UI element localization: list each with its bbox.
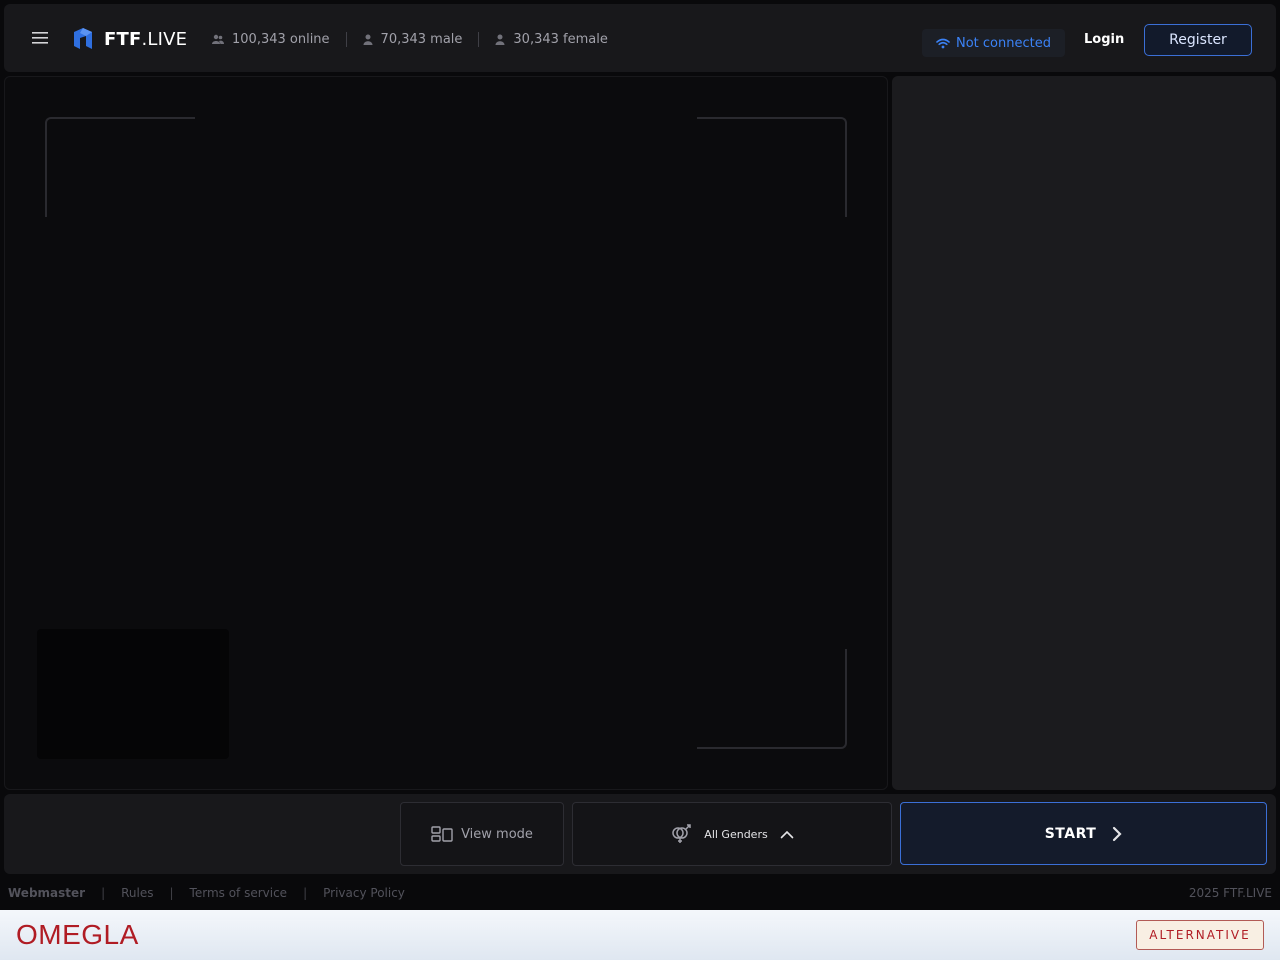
footer-copyright: 2025 FTF.LIVE <box>1188 886 1272 900</box>
chevron-right-icon <box>1113 826 1122 841</box>
stat-female-label: 30,343 female <box>513 31 608 47</box>
stat-online-label: 100,343 online <box>232 31 330 47</box>
hamburger-menu-icon[interactable] <box>28 26 52 50</box>
wifi-icon <box>936 38 950 48</box>
control-bar: View mode All Genders START <box>4 794 1276 874</box>
logo[interactable]: FTF.LIVE <box>72 26 187 52</box>
stat-female: 30,343 female <box>478 31 623 47</box>
chevron-up-icon <box>780 830 794 838</box>
self-video-preview <box>37 629 229 759</box>
user-icon <box>363 34 373 45</box>
user-icon <box>495 34 505 45</box>
start-label: START <box>1044 825 1097 842</box>
gender-filter-label: All Genders <box>704 827 768 841</box>
footer-terms-link[interactable]: Terms of service <box>190 886 288 900</box>
start-button[interactable]: START <box>900 802 1267 865</box>
alternative-button[interactable]: ALTERNATIVE <box>1136 920 1264 950</box>
top-header: FTF.LIVE 100,343 online 70,343 male 30,3… <box>4 4 1276 72</box>
stat-online: 100,343 online <box>212 32 346 47</box>
online-stats: 100,343 online 70,343 male 30,343 female <box>212 28 624 50</box>
footer-privacy-link[interactable]: Privacy Policy <box>323 886 405 900</box>
footer: Webmaster | Rules | Terms of service | P… <box>0 876 1280 910</box>
login-link[interactable]: Login <box>1084 32 1124 47</box>
connection-status-label: Not connected <box>956 35 1051 51</box>
frame-corner-bottom-right <box>697 649 847 749</box>
gender-filter-dropdown[interactable]: All Genders <box>572 802 892 866</box>
view-mode-icon <box>431 826 453 842</box>
remote-video-area <box>4 76 888 790</box>
logo-text: FTF.LIVE <box>104 28 188 50</box>
omegla-banner: OMEGLA ALTERNATIVE <box>0 910 1280 960</box>
users-icon <box>212 34 224 44</box>
frame-corner-top-right <box>697 117 847 217</box>
frame-corner-top-left <box>45 117 195 217</box>
view-mode-button[interactable]: View mode <box>400 802 564 866</box>
footer-webmaster-link[interactable]: Webmaster <box>8 886 85 900</box>
footer-separator: | <box>169 886 174 900</box>
stat-male-label: 70,343 male <box>380 31 463 47</box>
ftf-logo-icon <box>74 28 92 49</box>
footer-rules-link[interactable]: Rules <box>121 886 153 900</box>
footer-separator: | <box>101 886 106 900</box>
chat-panel <box>892 76 1276 790</box>
register-button[interactable]: Register <box>1144 24 1252 56</box>
connection-status: Not connected <box>922 29 1065 57</box>
stat-male: 70,343 male <box>345 31 479 47</box>
footer-separator: | <box>303 886 308 900</box>
omegla-brand-link[interactable]: OMEGLA <box>16 919 139 951</box>
gender-icon <box>672 824 692 843</box>
view-mode-label: View mode <box>461 826 533 842</box>
